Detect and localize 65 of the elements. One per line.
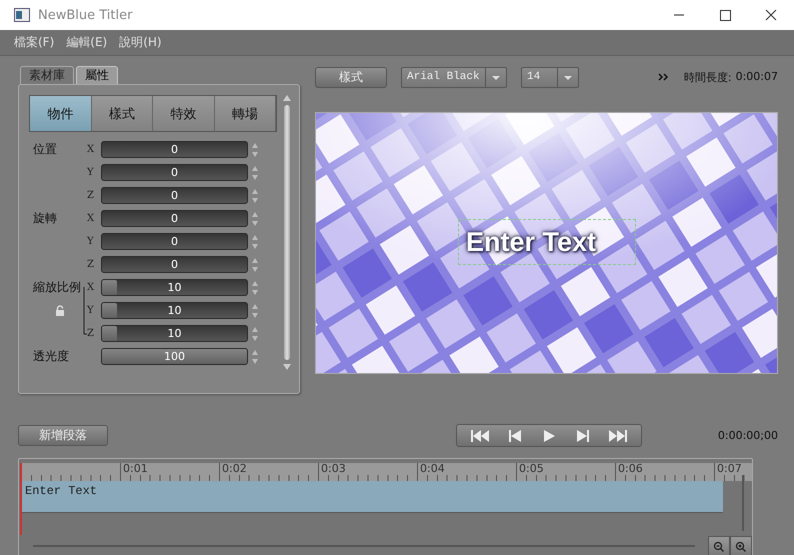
timecode: 0:00:00;00 [718, 429, 778, 442]
scroll-down-icon[interactable] [283, 364, 291, 370]
axis-label: Y [87, 305, 95, 316]
time-ruler[interactable]: 0:01 0:02 0:03 0:04 0:05 0:06 0:07 [21, 463, 752, 481]
property-label: 縮放比例 [32, 279, 81, 296]
spin-arrows-icon[interactable] [251, 302, 259, 318]
spin-arrows-icon[interactable] [251, 210, 259, 226]
scrollbar-thumb[interactable] [284, 105, 290, 360]
skip-to-end-icon[interactable] [606, 428, 629, 444]
menu-item[interactable]: 檔案(F) [14, 34, 54, 51]
properties-tab[interactable]: 特效 [153, 96, 214, 131]
slider-field[interactable]: 10 [101, 279, 248, 296]
number-field[interactable]: 0 [101, 187, 248, 204]
panel-tab[interactable]: 素材庫 [20, 66, 74, 84]
magnifier-plus-icon [735, 540, 747, 552]
lock-icon[interactable] [55, 305, 65, 317]
spin-arrows-icon[interactable] [251, 142, 259, 158]
menu-item[interactable]: 說明(H) [119, 34, 162, 51]
number-field[interactable]: 0 [101, 141, 248, 158]
slider-field[interactable]: 10 [101, 325, 248, 342]
slider-field[interactable]: 100 [101, 348, 248, 365]
axis-label: Z [87, 328, 95, 339]
spin-arrows-icon[interactable] [251, 348, 259, 364]
property-label: 位置 [32, 141, 57, 158]
scroll-up-icon[interactable] [283, 95, 291, 101]
property-label: 旋轉 [32, 210, 57, 227]
axis-label: Y [87, 236, 95, 247]
properties-tab[interactable]: 轉場 [214, 96, 276, 131]
app-icon [14, 8, 30, 22]
double-chevron-icon[interactable] [658, 72, 670, 82]
magnifier-minus-icon [713, 540, 725, 552]
axis-label: X [87, 213, 96, 224]
number-field[interactable]: 0 [101, 164, 248, 181]
zoom-in-button[interactable] [730, 536, 752, 555]
duration-value: 0:00:07 [736, 70, 778, 84]
slider-field[interactable]: 10 [101, 302, 248, 319]
link-bracket-icon [83, 287, 87, 335]
spin-arrows-icon[interactable] [251, 164, 259, 180]
zoom-out-button[interactable] [708, 536, 730, 555]
axis-label: Z [87, 259, 95, 270]
spin-arrows-icon[interactable] [251, 326, 259, 342]
duration-label: 時間長度: [684, 70, 732, 84]
axis-label: X [87, 144, 96, 155]
size-dropdown[interactable]: 14 [521, 66, 579, 88]
style-button[interactable]: 樣式 [315, 66, 387, 88]
spin-arrows-icon[interactable] [251, 280, 259, 296]
spin-arrows-icon[interactable] [251, 234, 259, 250]
properties-tab[interactable]: 樣式 [92, 96, 153, 131]
number-field[interactable]: 0 [101, 256, 248, 273]
axis-label: Z [87, 190, 95, 201]
number-field[interactable]: 0 [101, 210, 248, 227]
spin-arrows-icon[interactable] [251, 188, 259, 204]
menu-item[interactable]: 編輯(E) [66, 34, 108, 51]
property-label: 透光度 [32, 348, 69, 365]
spin-arrows-icon[interactable] [251, 256, 259, 272]
timeline-clip[interactable]: Enter Text [21, 481, 723, 513]
axis-label: X [87, 282, 96, 293]
add-paragraph-button[interactable]: 新增段落 [18, 425, 108, 446]
panel-tab[interactable]: 屬性 [76, 66, 118, 84]
number-field[interactable]: 0 [101, 233, 248, 250]
window-title: NewBlue Titler [38, 8, 132, 22]
axis-label: Y [87, 167, 95, 178]
properties-tab[interactable]: 物件 [30, 96, 92, 131]
font-dropdown[interactable]: Arial Black [401, 66, 507, 88]
skip-to-start-icon[interactable] [469, 428, 492, 444]
